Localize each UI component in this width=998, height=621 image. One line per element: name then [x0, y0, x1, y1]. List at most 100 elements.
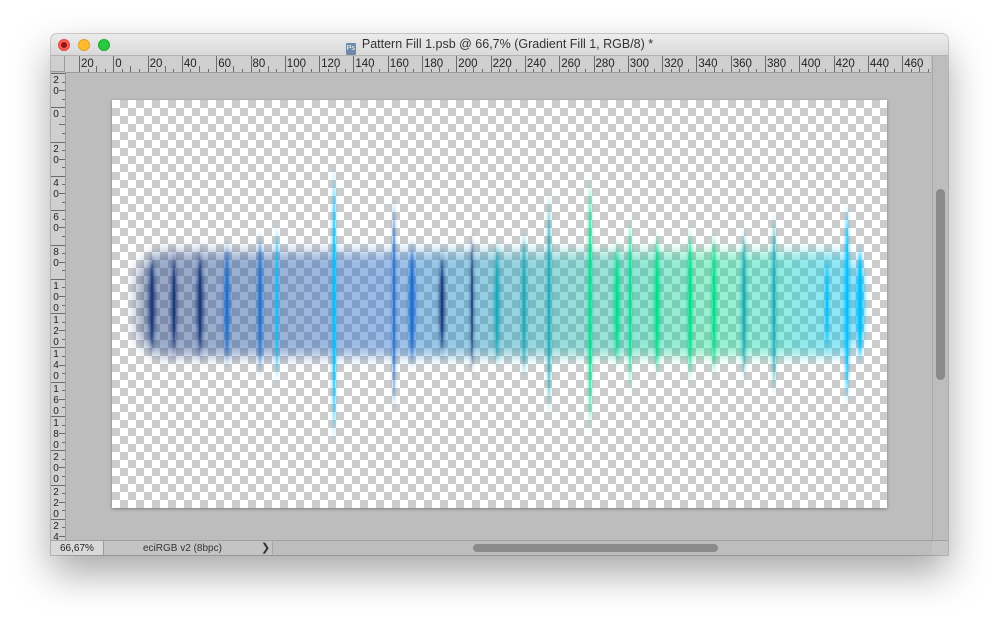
ruler-major-tick: [799, 56, 801, 72]
ruler-minor-tick: [336, 66, 338, 72]
ruler-major-tick: [387, 56, 389, 72]
ruler-minor-tick: [747, 66, 749, 72]
ruler-major-tick: [51, 244, 65, 246]
ruler-minor-tick: [96, 66, 98, 72]
ruler-minor-tick: [859, 69, 861, 72]
ruler-minor-tick: [910, 69, 912, 72]
ruler-h-label: 120: [321, 58, 341, 70]
ruler-h-label: 440: [869, 58, 890, 70]
ruler-h-label: 0: [115, 58, 122, 70]
zoom-level[interactable]: 66,67%: [51, 541, 104, 555]
ruler-minor-tick: [139, 69, 141, 72]
ruler-minor-tick: [404, 66, 406, 72]
document-window: Ps Pattern Fill 1.psb @ 66,7% (Gradient F…: [51, 34, 948, 555]
horizontal-ruler[interactable]: 20 0 20 40 60 80 100 120 140 160 180 200 220 240 260 28…: [65, 56, 931, 73]
horizontal-scroll-thumb[interactable]: [473, 544, 718, 552]
ruler-minor-tick: [62, 407, 65, 409]
ruler-major-tick: [593, 56, 595, 72]
canvas-area[interactable]: [66, 73, 932, 540]
ruler-minor-tick: [919, 66, 921, 72]
ruler-minor-tick: [62, 493, 65, 495]
ruler-major-tick: [662, 56, 664, 72]
ruler-minor-tick: [62, 476, 65, 478]
ruler-minor-tick: [584, 69, 586, 72]
ruler-v-label: 220: [53, 486, 59, 520]
ruler-minor-tick: [164, 66, 166, 72]
ruler-major-tick: [250, 56, 252, 72]
ruler-h-label: 200: [458, 58, 478, 70]
ruler-minor-tick: [370, 66, 372, 72]
ruler-minor-tick: [241, 69, 243, 72]
ruler-minor-tick: [59, 227, 65, 229]
ruler-minor-tick: [207, 69, 209, 72]
ruler-minor-tick: [653, 69, 655, 72]
ruler-minor-tick: [62, 133, 65, 135]
photoshop-doc-icon: Ps: [345, 43, 356, 55]
ruler-origin[interactable]: [51, 56, 65, 72]
vertical-ruler[interactable]: 20020406080100120140160180200220240: [51, 73, 66, 540]
ruler-minor-tick: [327, 69, 329, 72]
ruler-h-label: 320: [664, 58, 684, 70]
ruler-minor-tick: [62, 184, 65, 186]
ruler-major-tick: [833, 56, 835, 72]
ruler-minor-tick: [130, 66, 132, 72]
ruler-major-tick: [51, 73, 65, 74]
ruler-minor-tick: [782, 66, 784, 72]
ruler-minor-tick: [533, 69, 535, 72]
ruler-h-label: 240: [526, 58, 547, 70]
ruler-v-label: 140: [53, 349, 59, 383]
ruler-minor-tick: [636, 69, 638, 72]
ruler-minor-tick: [276, 69, 278, 72]
chevron-right-icon[interactable]: ❯: [261, 541, 270, 555]
ruler-h-label: 400: [801, 58, 821, 70]
ruler-minor-tick: [482, 69, 484, 72]
ruler-v-label: 120: [53, 315, 59, 349]
ruler-minor-tick: [59, 158, 65, 160]
vertical-scrollbar[interactable]: [932, 56, 948, 540]
ruler-minor-tick: [62, 510, 65, 512]
ruler-minor-tick: [722, 69, 724, 72]
ruler-v-label: 100: [53, 280, 59, 314]
title-bar[interactable]: Ps Pattern Fill 1.psb @ 66,7% (Gradient F…: [51, 34, 948, 56]
ruler-major-tick: [51, 450, 65, 452]
ruler-minor-tick: [310, 69, 312, 72]
ruler-minor-tick: [344, 69, 346, 72]
ruler-minor-tick: [679, 66, 681, 72]
ruler-major-tick: [51, 381, 65, 383]
ruler-v-label: 180: [53, 418, 59, 451]
ruler-h-label: 260: [561, 58, 581, 70]
ruler-minor-tick: [59, 501, 65, 503]
ruler-minor-tick: [59, 330, 65, 332]
ruler-major-tick: [730, 56, 732, 72]
ruler-minor-tick: [199, 66, 201, 72]
ruler-minor-tick: [439, 66, 441, 72]
ruler-minor-tick: [850, 66, 852, 72]
ruler-major-tick: [216, 56, 218, 72]
ruler-minor-tick: [756, 69, 758, 72]
ruler-minor-tick: [87, 69, 89, 72]
horizontal-scrollbar[interactable]: [272, 541, 932, 555]
ruler-minor-tick: [704, 69, 706, 72]
ruler-minor-tick: [62, 458, 65, 460]
ruler-h-label: 220: [492, 58, 512, 70]
ruler-minor-tick: [644, 66, 646, 72]
window-title-wrap: Ps Pattern Fill 1.psb @ 66,7% (Gradient F…: [51, 37, 948, 55]
ruler-minor-tick: [842, 69, 844, 72]
ruler-minor-tick: [876, 69, 878, 72]
ruler-minor-tick: [62, 201, 65, 203]
ruler-minor-tick: [396, 69, 398, 72]
ruler-minor-tick: [62, 270, 65, 272]
document-canvas[interactable]: [112, 100, 887, 508]
ruler-h-label: 420: [835, 58, 855, 70]
ruler-minor-tick: [516, 69, 518, 72]
ruler-v-label: 40: [53, 177, 59, 200]
ruler-major-tick: [51, 210, 65, 212]
ruler-minor-tick: [62, 373, 65, 375]
ruler-minor-tick: [59, 398, 65, 400]
ruler-minor-tick: [62, 150, 65, 152]
ruler-h-label: 140: [355, 58, 375, 70]
color-profile: eciRGB v2 (8bpc): [143, 543, 222, 554]
ruler-major-tick: [353, 56, 355, 72]
ruler-minor-tick: [59, 124, 65, 126]
vertical-scroll-thumb[interactable]: [936, 189, 945, 380]
